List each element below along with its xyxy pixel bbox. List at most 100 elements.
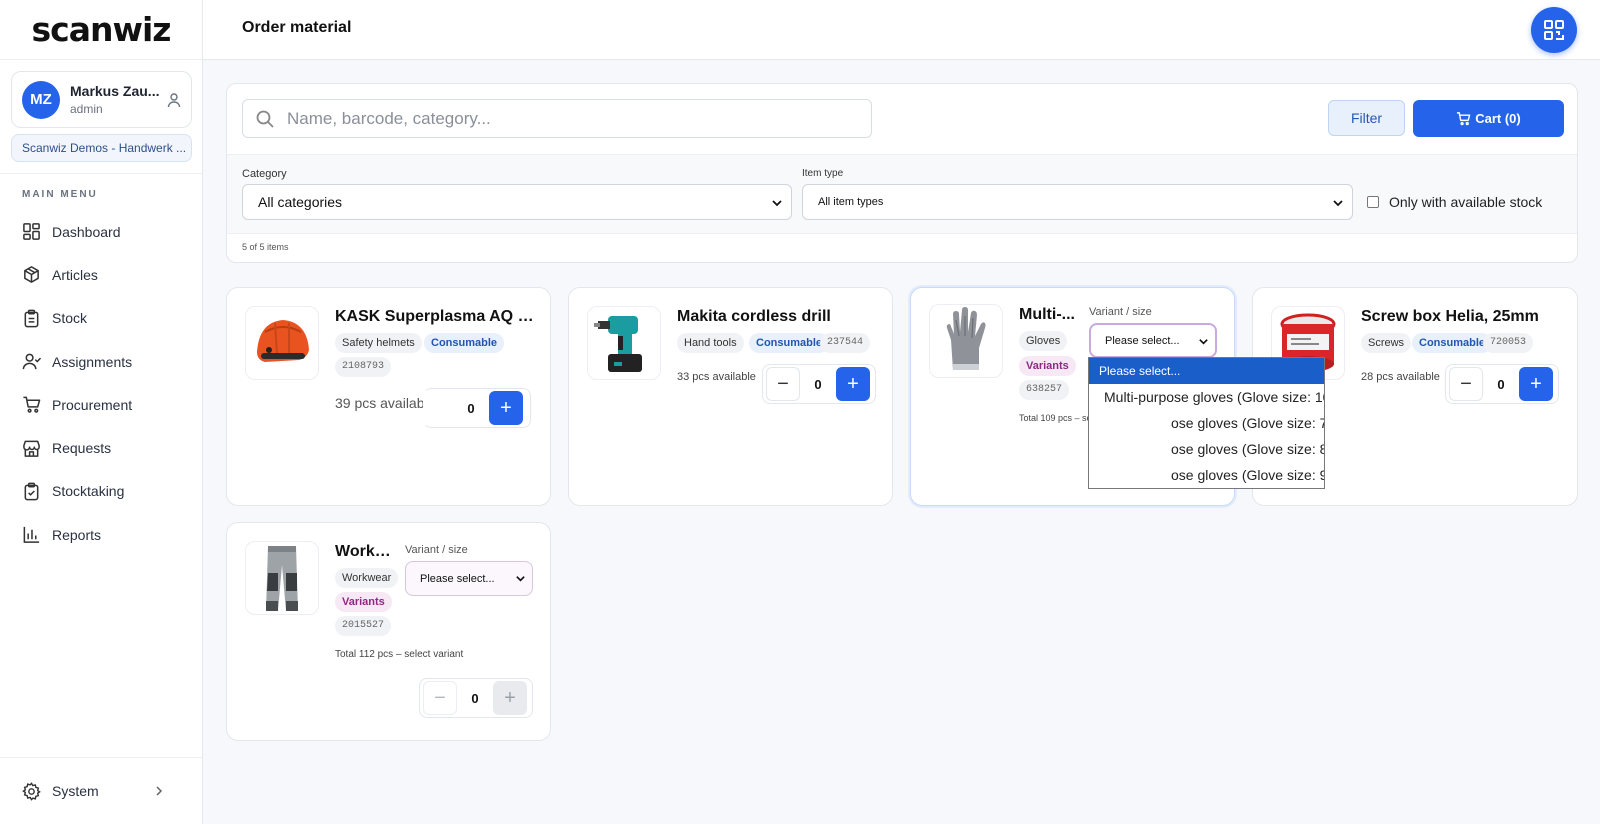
category-select-value: All categories xyxy=(258,194,343,210)
variant-total: Total 112 pcs – select variant xyxy=(335,649,464,660)
increase-button[interactable]: + xyxy=(493,681,527,715)
article-code: 237544 xyxy=(820,333,871,353)
variant-label: Variant / size xyxy=(405,544,468,556)
dropdown-option[interactable]: ose gloves (Glove size: 7) xyxy=(1089,410,1324,436)
item-count: 5 of 5 items xyxy=(242,242,289,252)
dropdown-option[interactable]: Please select... xyxy=(1089,358,1324,384)
quantity-stepper: 0 + xyxy=(423,388,531,428)
search-icon xyxy=(256,110,274,128)
scanwiz-logo[interactable]: scanwiz xyxy=(0,0,202,60)
available-stock-toggle[interactable]: Only with available stock xyxy=(1367,194,1542,210)
sidebar-item-system[interactable]: System xyxy=(0,757,202,824)
type-tag: Consumable xyxy=(749,333,830,353)
variant-select[interactable]: Please select... xyxy=(1089,323,1217,358)
type-tag: Variants xyxy=(1019,356,1076,376)
increase-button[interactable]: + xyxy=(1519,367,1553,401)
page-title: Order material xyxy=(242,19,352,36)
sidebar-item-label: System xyxy=(52,783,99,799)
bar-chart-icon xyxy=(23,527,40,544)
quantity-value[interactable]: 0 xyxy=(1483,377,1519,392)
product-image xyxy=(245,541,319,615)
clipboard-icon xyxy=(24,309,39,328)
decrease-button[interactable] xyxy=(427,391,453,425)
chevron-down-icon xyxy=(1199,339,1208,345)
quantity-stepper: − 0 + xyxy=(419,678,533,718)
sidebar-divider xyxy=(0,173,202,174)
variant-select-value: Please select... xyxy=(420,572,495,585)
avatar: MZ xyxy=(22,80,60,119)
available-stock-checkbox[interactable] xyxy=(1367,196,1379,208)
quantity-value[interactable]: 0 xyxy=(457,691,493,706)
type-tag: Variants xyxy=(335,592,392,612)
variant-select[interactable]: Please select... xyxy=(405,561,533,596)
cart-icon xyxy=(1457,112,1471,126)
decrease-button[interactable]: − xyxy=(766,367,800,401)
main-menu: Dashboard Articles Stock Assignments Pro… xyxy=(0,210,202,556)
product-image xyxy=(245,306,319,380)
quantity-stepper: − 0 + xyxy=(762,364,876,404)
increase-button[interactable]: + xyxy=(836,367,870,401)
clipboard-check-icon xyxy=(24,482,39,501)
category-tag: Gloves xyxy=(1019,331,1068,351)
itemtype-select[interactable]: All item types xyxy=(802,184,1353,220)
product-name[interactable]: Makita cordless drill xyxy=(677,308,877,326)
quantity-value[interactable]: 0 xyxy=(800,377,836,392)
sidebar-item-label: Assignments xyxy=(52,353,133,370)
search-input[interactable] xyxy=(287,108,847,129)
article-code: 2015527 xyxy=(335,616,392,636)
available-stock: 28 pcs available xyxy=(1361,371,1440,383)
category-tag: Safety helmets xyxy=(335,333,422,353)
category-tag: Hand tools xyxy=(677,333,744,353)
cordless-drill-icon xyxy=(594,316,642,372)
article-code: 2108793 xyxy=(335,357,392,377)
search-filter-panel: Filter Cart (0) Category All categories … xyxy=(226,83,1578,263)
product-card: Work t... Workwear Variants 2015527 Vari… xyxy=(226,522,551,741)
product-name[interactable]: Work t... xyxy=(335,543,395,561)
store-icon xyxy=(23,440,40,457)
sidebar-item-stock[interactable]: Stock xyxy=(0,297,202,340)
cart-button[interactable]: Cart (0) xyxy=(1413,100,1564,137)
top-header: Order material xyxy=(203,0,1600,60)
sidebar-item-label: Dashboard xyxy=(52,223,121,240)
tenant-selector[interactable]: Scanwiz Demos - Handwerk ... xyxy=(11,134,192,162)
filter-button[interactable]: Filter xyxy=(1328,100,1405,136)
sidebar-item-assignments[interactable]: Assignments xyxy=(0,340,202,383)
product-image xyxy=(587,306,661,380)
user-name: Markus Zau... xyxy=(70,83,160,99)
itemtype-select-value: All item types xyxy=(818,196,884,208)
dropdown-option[interactable]: Multi-purpose gloves (Glove size: 10) xyxy=(1089,384,1324,410)
dropdown-option[interactable]: ose gloves (Glove size: 8) xyxy=(1089,436,1324,462)
product-name[interactable]: KASK Superplasma AQ Saf... xyxy=(335,308,535,326)
decrease-button[interactable]: − xyxy=(1449,367,1483,401)
user-card[interactable]: MZ Markus Zau... admin xyxy=(11,71,192,128)
variant-select-value: Please select... xyxy=(1105,334,1180,347)
user-icon[interactable] xyxy=(167,92,181,108)
type-tag: Consumable xyxy=(1412,333,1493,353)
sidebar-item-label: Reports xyxy=(52,526,102,543)
sidebar-item-label: Stock xyxy=(52,310,88,327)
chevron-down-icon xyxy=(772,200,782,207)
quantity-value[interactable]: 0 xyxy=(453,401,489,416)
sidebar-item-reports[interactable]: Reports xyxy=(0,513,202,556)
product-name[interactable]: Screw box Helia, 25mm xyxy=(1361,308,1571,326)
qr-scan-button[interactable] xyxy=(1531,7,1577,53)
category-tag: Workwear xyxy=(335,568,399,588)
user-check-icon xyxy=(22,353,41,370)
sidebar-item-stocktaking[interactable]: Stocktaking xyxy=(0,470,202,513)
chevron-right-icon xyxy=(156,786,163,796)
dropdown-option[interactable]: ose gloves (Glove size: 9) xyxy=(1089,462,1324,488)
increase-button[interactable]: + xyxy=(489,391,523,425)
gear-icon xyxy=(22,781,41,801)
sidebar-item-articles[interactable]: Articles xyxy=(0,253,202,296)
product-name[interactable]: Multi-... xyxy=(1019,306,1077,324)
sidebar-item-procurement[interactable]: Procurement xyxy=(0,383,202,426)
sidebar-item-requests[interactable]: Requests xyxy=(0,426,202,469)
dashboard-icon xyxy=(23,223,40,241)
decrease-button[interactable]: − xyxy=(423,681,457,715)
sidebar-item-label: Procurement xyxy=(52,396,133,413)
category-tag: Screws xyxy=(1361,333,1412,353)
variant-label: Variant / size xyxy=(1089,306,1152,318)
sidebar-item-dashboard[interactable]: Dashboard xyxy=(0,210,202,253)
sidebar-item-label: Stocktaking xyxy=(52,483,125,500)
category-select[interactable]: All categories xyxy=(242,184,792,220)
